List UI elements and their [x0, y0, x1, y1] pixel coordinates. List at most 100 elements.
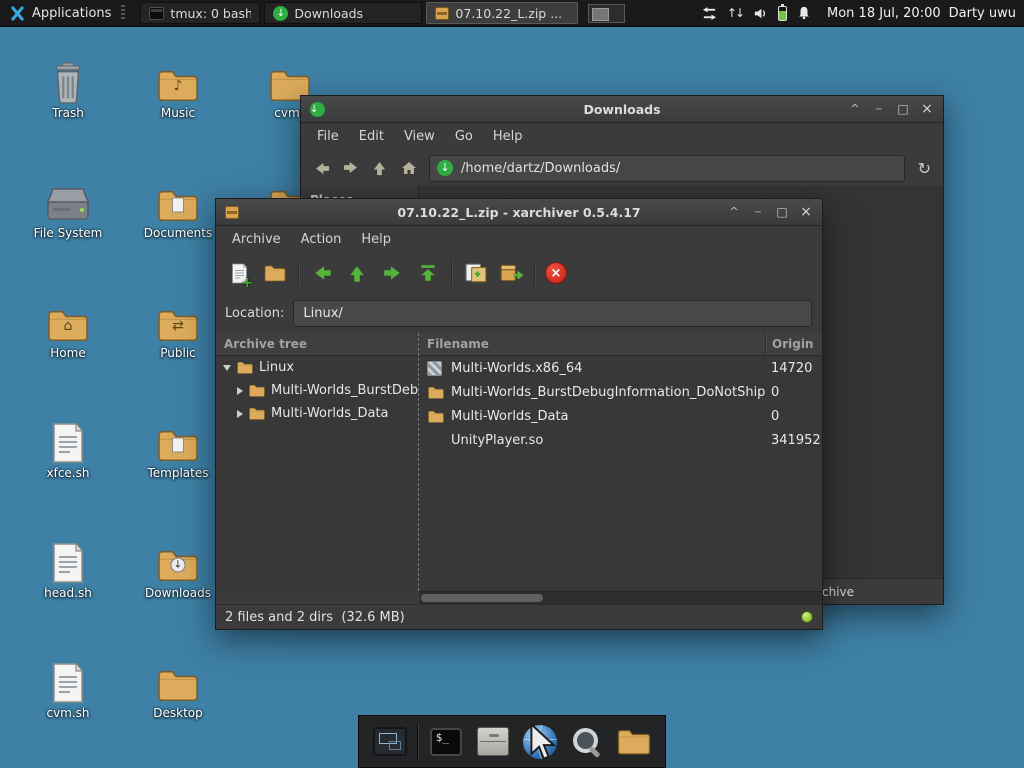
file-row[interactable]: Multi-Worlds_BurstDebugInformation_DoNot… [419, 380, 822, 404]
template-emblem-icon [172, 437, 184, 453]
applications-label: Applications [32, 5, 112, 21]
taskbar-item-xarchiver[interactable]: 07.10.22_L.zip ... [426, 2, 579, 24]
dock-item-app-finder[interactable] [568, 722, 607, 762]
menu-help[interactable]: Help [351, 228, 401, 251]
notifications-bell-icon[interactable] [797, 6, 811, 20]
taskbar-item-tmux[interactable]: tmux: 0 bash [140, 2, 261, 24]
document-emblem-icon [172, 197, 184, 213]
maximize-button[interactable] [775, 204, 789, 220]
desktop-icon-music[interactable]: ♪ Music [136, 58, 220, 121]
archive-tree-header[interactable]: Archive tree [216, 333, 418, 356]
expander-closed-icon[interactable] [237, 386, 243, 395]
system-tray: ↑↓ [694, 3, 819, 21]
desktop-icon-templates[interactable]: Templates [136, 418, 220, 481]
scrollbar-thumb[interactable] [421, 594, 543, 602]
close-button[interactable] [799, 204, 813, 220]
close-button[interactable] [920, 101, 934, 117]
toolbar-separator [298, 261, 299, 285]
desktop-icon-desktop[interactable]: Desktop [136, 658, 220, 721]
network-traffic-icon[interactable] [702, 6, 717, 21]
menu-help[interactable]: Help [483, 125, 533, 148]
workspace-switcher[interactable] [588, 3, 626, 23]
desktop-icon-xfce-sh[interactable]: xfce.sh [26, 418, 110, 481]
downloads-titlebar[interactable]: ↓ Downloads [301, 96, 943, 123]
root-button[interactable] [414, 260, 441, 287]
panel-clock[interactable]: Mon 18 Jul, 20:00 [827, 6, 941, 21]
terminal-icon [149, 6, 165, 20]
tree-item-label: Linux [259, 360, 295, 375]
file-manager-icon [476, 727, 509, 756]
tree-item-burstdebug[interactable]: Multi-Worlds_BurstDebugInformation_DoNot… [216, 379, 418, 402]
bottom-dock [358, 715, 666, 768]
column-original-size[interactable]: Origin [765, 333, 822, 355]
downloads-status-text: chive [822, 585, 855, 599]
shade-button[interactable] [727, 204, 741, 220]
up-button[interactable] [371, 159, 389, 177]
desktop-icon-public[interactable]: ⇄ Public [136, 298, 220, 361]
extract-button[interactable] [497, 260, 524, 287]
desktop-icon-head-sh[interactable]: head.sh [26, 538, 110, 601]
panel-user-label[interactable]: Darty uwu [949, 6, 1016, 21]
maximize-button[interactable] [896, 101, 910, 117]
back-button[interactable] [313, 159, 331, 177]
dock-item-show-desktop[interactable] [370, 722, 409, 762]
dock-separator [417, 723, 419, 760]
file-row[interactable]: UnityPlayer.so 341952 [419, 428, 822, 452]
dock-item-terminal[interactable] [426, 722, 465, 762]
menu-edit[interactable]: Edit [349, 125, 394, 148]
home-button[interactable] [400, 159, 418, 177]
tree-item-label: Multi-Worlds_Data [271, 406, 389, 421]
volume-icon[interactable] [753, 6, 768, 21]
new-archive-button[interactable]: + [226, 260, 253, 290]
xfce-logo-icon [10, 6, 25, 21]
minimize-button[interactable] [872, 101, 886, 117]
minimize-button[interactable] [751, 204, 765, 220]
file-row[interactable]: Multi-Worlds_Data 0 [419, 404, 822, 428]
xarchiver-titlebar[interactable]: 07.10.22_L.zip - xarchiver 0.5.4.17 [216, 199, 822, 226]
folder-icon [248, 383, 266, 398]
desktop-icon-cvm-sh[interactable]: cvm.sh [26, 658, 110, 721]
path-bar[interactable]: ↓ /home/dartz/Downloads/ [429, 154, 905, 182]
archive-tree-pane[interactable]: Archive tree Linux Multi-Worlds_BurstDeb… [216, 333, 419, 591]
script-file-icon [51, 422, 85, 464]
desktop-icon-home[interactable]: ⌂ Home [26, 298, 110, 361]
menu-go[interactable]: Go [445, 125, 483, 148]
menu-file[interactable]: File [307, 125, 349, 148]
dock-item-directory-menu[interactable] [615, 722, 654, 762]
file-list-header: Filename Origin [419, 333, 822, 356]
updown-arrows-icon[interactable]: ↑↓ [727, 6, 745, 20]
taskbar-item-downloads[interactable]: ↓ Downloads [264, 2, 423, 24]
menu-action[interactable]: Action [291, 228, 352, 251]
file-row[interactable]: Multi-Worlds.x86_64 14720 [419, 356, 822, 380]
reload-button[interactable]: ↻ [918, 159, 931, 178]
forward-button[interactable] [342, 159, 360, 177]
horizontal-scrollbar[interactable] [419, 591, 822, 604]
forward-button[interactable] [379, 260, 406, 287]
column-filename[interactable]: Filename [419, 333, 765, 355]
tree-item-data[interactable]: Multi-Worlds_Data [216, 402, 418, 425]
file-name: Multi-Worlds_Data [451, 408, 569, 424]
desktop-icon-trash[interactable]: Trash [26, 58, 110, 121]
desktop-icon-file-system[interactable]: File System [26, 178, 110, 241]
desktop-icon-downloads[interactable]: ↓ Downloads [136, 538, 220, 601]
battery-icon[interactable] [778, 3, 787, 21]
add-files-icon [464, 262, 488, 284]
expander-closed-icon[interactable] [237, 409, 243, 418]
add-files-button[interactable] [462, 260, 489, 287]
menu-archive[interactable]: Archive [222, 228, 291, 251]
cancel-button[interactable]: × [545, 262, 567, 284]
expander-open-icon[interactable] [223, 364, 231, 371]
back-button[interactable] [309, 260, 336, 287]
xarchiver-panes: Archive tree Linux Multi-Worlds_BurstDeb… [216, 333, 822, 591]
up-button[interactable] [344, 260, 371, 287]
location-input[interactable]: Linux/ [293, 299, 812, 327]
shade-button[interactable] [848, 101, 862, 117]
tree-item-linux[interactable]: Linux [216, 356, 418, 379]
menu-view[interactable]: View [394, 125, 445, 148]
downloads-window-icon: ↓ [310, 101, 325, 117]
dock-item-file-manager[interactable] [473, 722, 512, 762]
open-archive-button[interactable] [261, 260, 288, 287]
file-list-pane[interactable]: Filename Origin Multi-Worlds.x86_64 1472… [419, 333, 822, 591]
desktop-icon-documents[interactable]: Documents [136, 178, 220, 241]
applications-menu-button[interactable]: Applications [0, 0, 138, 26]
